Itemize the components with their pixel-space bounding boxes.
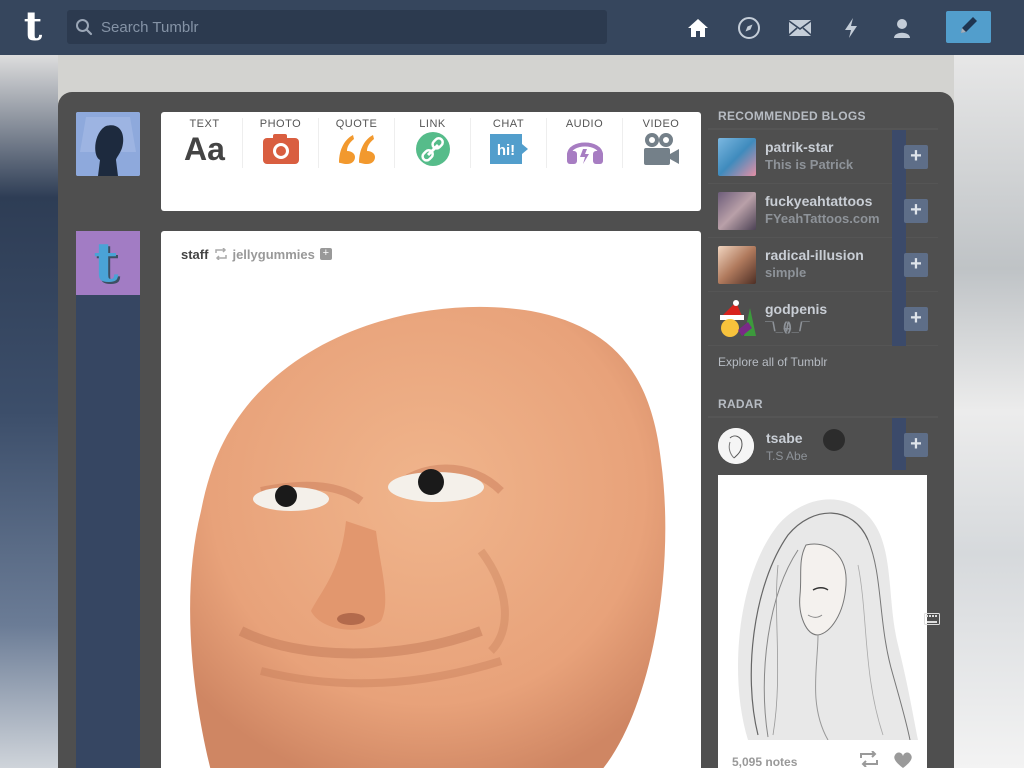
recommended-blog-row[interactable]: radical-illusion simple + <box>708 238 938 292</box>
blog-avatar[interactable] <box>718 192 756 230</box>
recommended-blogs-heading: RECOMMENDED BLOGS <box>708 105 938 130</box>
follow-plus-icon[interactable]: + <box>319 248 332 260</box>
home-icon[interactable] <box>680 10 716 46</box>
post-photo[interactable] <box>181 291 691 768</box>
staff-avatar[interactable]: t t <box>76 231 140 295</box>
search-input[interactable] <box>101 10 607 44</box>
blog-title: This is Patrick <box>765 157 854 172</box>
background-left-figure <box>0 55 58 768</box>
post-type-chat[interactable]: CHAT hi! <box>471 118 547 168</box>
keyboard-icon[interactable] <box>924 612 940 625</box>
follow-button[interactable]: + <box>904 199 928 223</box>
account-icon[interactable] <box>884 10 920 46</box>
post-type-label: QUOTE <box>335 118 378 130</box>
search-bar[interactable] <box>67 10 607 44</box>
radar-post-photo[interactable] <box>718 475 927 741</box>
headphones-icon <box>547 130 622 168</box>
pencil-icon <box>958 14 980 41</box>
post-type-label: CHAT <box>492 118 525 130</box>
explore-all-link[interactable]: Explore all of Tumblr <box>708 346 938 383</box>
video-camera-icon <box>623 130 699 168</box>
quote-icon <box>319 130 394 168</box>
recommended-blog-row[interactable]: patrik-star This is Patrick + <box>708 130 938 184</box>
post-type-text[interactable]: TEXT Aa <box>167 118 243 168</box>
camera-icon <box>243 130 318 168</box>
user-avatar[interactable] <box>76 112 140 176</box>
radar-blog-name[interactable]: tsabe <box>766 430 803 446</box>
post-header: staff jellygummies + <box>181 246 332 262</box>
radar-post: 5,095 notes <box>718 475 927 768</box>
post-type-photo[interactable]: PHOTO <box>243 118 319 168</box>
reblog-icon[interactable] <box>859 750 879 768</box>
blog-name[interactable]: godpenis <box>765 301 827 317</box>
radar-blog-title: T.S Abe <box>766 449 808 463</box>
blog-title: ¯\_(̸̶̸̸̸̸̸̸̸̶̸)_/¯ <box>765 319 810 334</box>
follow-button[interactable]: + <box>904 145 928 169</box>
link-icon <box>395 130 470 168</box>
dashboard-post: staff jellygummies + <box>161 231 701 768</box>
radar-notes-count[interactable]: 5,095 notes <box>732 755 797 768</box>
follow-button[interactable]: + <box>904 307 928 331</box>
text-icon: Aa <box>184 130 225 167</box>
blog-avatar[interactable] <box>718 300 756 338</box>
post-type-label: LINK <box>419 118 446 130</box>
heart-icon[interactable] <box>893 751 913 768</box>
post-type-label: VIDEO <box>642 118 680 130</box>
radar-cursor-dot <box>823 429 845 451</box>
radar-heading: RADAR <box>708 393 938 418</box>
sidebar: RECOMMENDED BLOGS patrik-star This is Pa… <box>708 105 938 768</box>
blog-title: FYeahTattoos.com <box>765 211 880 226</box>
activity-icon[interactable] <box>833 10 869 46</box>
reblog-icon <box>214 248 228 260</box>
inbox-icon[interactable] <box>782 10 818 46</box>
radar-blog-avatar[interactable] <box>718 428 754 464</box>
post-type-quote[interactable]: QUOTE <box>319 118 395 168</box>
post-avatar-column <box>76 295 140 768</box>
background-right-figure <box>954 55 1024 768</box>
search-icon <box>67 10 101 44</box>
svg-text:t: t <box>94 231 119 294</box>
radar-post-actions <box>859 750 913 768</box>
post-type-selector: TEXT Aa PHOTO QUOTE LINK CHAT hi! AUDIO <box>161 112 701 211</box>
post-type-audio[interactable]: AUDIO <box>547 118 623 168</box>
blog-avatar[interactable] <box>718 138 756 176</box>
compose-button[interactable] <box>946 11 991 43</box>
blog-name[interactable]: fuckyeahtattoos <box>765 193 872 209</box>
reblogged-from-link[interactable]: jellygummies <box>232 247 314 262</box>
svg-text:hi!: hi! <box>496 142 514 159</box>
follow-button[interactable]: + <box>904 253 928 277</box>
post-type-video[interactable]: VIDEO <box>623 118 699 168</box>
post-type-label: TEXT <box>189 118 220 130</box>
tumblr-logo[interactable]: t <box>17 7 49 47</box>
post-type-label: AUDIO <box>565 118 604 130</box>
post-type-label: PHOTO <box>259 118 302 130</box>
nav-icons <box>680 0 935 55</box>
chat-icon: hi! <box>471 130 546 168</box>
explore-icon[interactable] <box>731 10 767 46</box>
blog-title: simple <box>765 265 807 280</box>
post-type-link[interactable]: LINK <box>395 118 471 168</box>
recommended-blog-row[interactable]: fuckyeahtattoos FYeahTattoos.com + <box>708 184 938 238</box>
recommended-blog-row[interactable]: godpenis ¯\_(̸̶̸̸̸̸̸̸̸̶̸)_/¯ + <box>708 292 938 346</box>
blog-name[interactable]: patrik-star <box>765 139 833 155</box>
blog-avatar[interactable] <box>718 246 756 284</box>
post-author-link[interactable]: staff <box>181 247 208 262</box>
blog-name[interactable]: radical-illusion <box>765 247 864 263</box>
top-navigation-bar: t <box>0 0 1024 55</box>
follow-button[interactable]: + <box>904 433 928 457</box>
radar-blog-row[interactable]: tsabe T.S Abe + <box>708 418 938 470</box>
